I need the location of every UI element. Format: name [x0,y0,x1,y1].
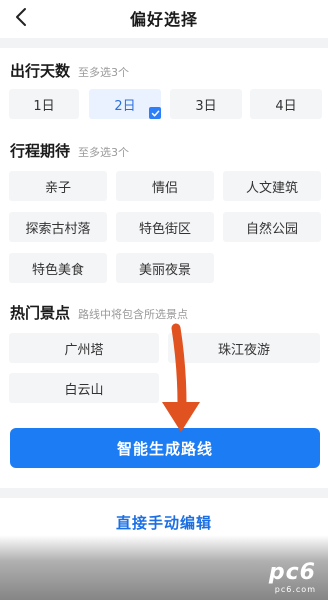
section-days-hint: 至多选3个 [78,66,130,79]
day-option-4[interactable]: 4日 [250,89,322,119]
day-option-label: 1日 [33,98,55,114]
day-option-1[interactable]: 1日 [9,89,79,119]
section-expect-label: 行程期待 [10,142,71,160]
expect-option-ancient-village[interactable]: 探索古村落 [9,212,107,242]
section-spots-hint: 路线中将包含所选景点 [78,308,189,321]
divider [0,488,328,498]
expect-option-label: 亲子 [44,180,71,196]
day-option-3[interactable]: 3日 [170,89,242,119]
spot-option-baiyun-mountain[interactable]: 白云山 [9,373,159,403]
section-expect-hint: 至多选3个 [78,146,130,159]
day-option-label: 3日 [195,98,217,114]
section-title-expect: 行程期待 至多选3个 [10,140,129,161]
divider [0,38,328,48]
expect-option-night-view[interactable]: 美丽夜景 [116,253,214,283]
expect-option-label: 美丽夜景 [138,262,191,278]
header-bar: 偏好选择 [0,0,328,38]
expect-option-parent-child[interactable]: 亲子 [9,171,107,201]
expect-option-label: 探索古村落 [25,221,91,237]
expect-option-food[interactable]: 特色美食 [9,253,107,283]
spot-option-label: 珠江夜游 [217,342,270,358]
watermark-domain: pc6.com [274,585,316,594]
generate-route-button[interactable]: 智能生成路线 [10,428,320,468]
watermark-logo: pc6 [268,560,316,585]
day-option-label: 4日 [275,98,297,114]
section-spots-label: 热门景点 [10,304,71,322]
section-title-spots: 热门景点 路线中将包含所选景点 [10,302,188,323]
day-option-label: 2日 [114,98,136,114]
expect-option-label: 人文建筑 [245,180,298,196]
spot-option-pearl-river-cruise[interactable]: 珠江夜游 [168,333,320,363]
checkmark-icon [149,107,161,119]
expect-option-label: 情侣 [151,180,178,196]
section-days-label: 出行天数 [10,62,71,80]
watermark: pc6 pc6.com [269,562,316,594]
manual-edit-button[interactable]: 直接手动编辑 [0,512,328,533]
expect-option-label: 自然公园 [245,221,298,237]
expect-option-couple[interactable]: 情侣 [116,171,214,201]
spot-option-canton-tower[interactable]: 广州塔 [9,333,159,363]
page-title: 偏好选择 [129,10,198,29]
spot-option-label: 白云山 [64,382,104,398]
section-title-days: 出行天数 至多选3个 [10,60,129,81]
expect-option-nature-park[interactable]: 自然公园 [223,212,321,242]
expect-option-architecture[interactable]: 人文建筑 [223,171,321,201]
expect-option-label: 特色街区 [138,221,191,237]
expect-option-street[interactable]: 特色街区 [116,212,214,242]
spot-option-label: 广州塔 [64,342,104,358]
day-option-2[interactable]: 2日 [89,89,161,119]
expect-option-label: 特色美食 [31,262,84,278]
